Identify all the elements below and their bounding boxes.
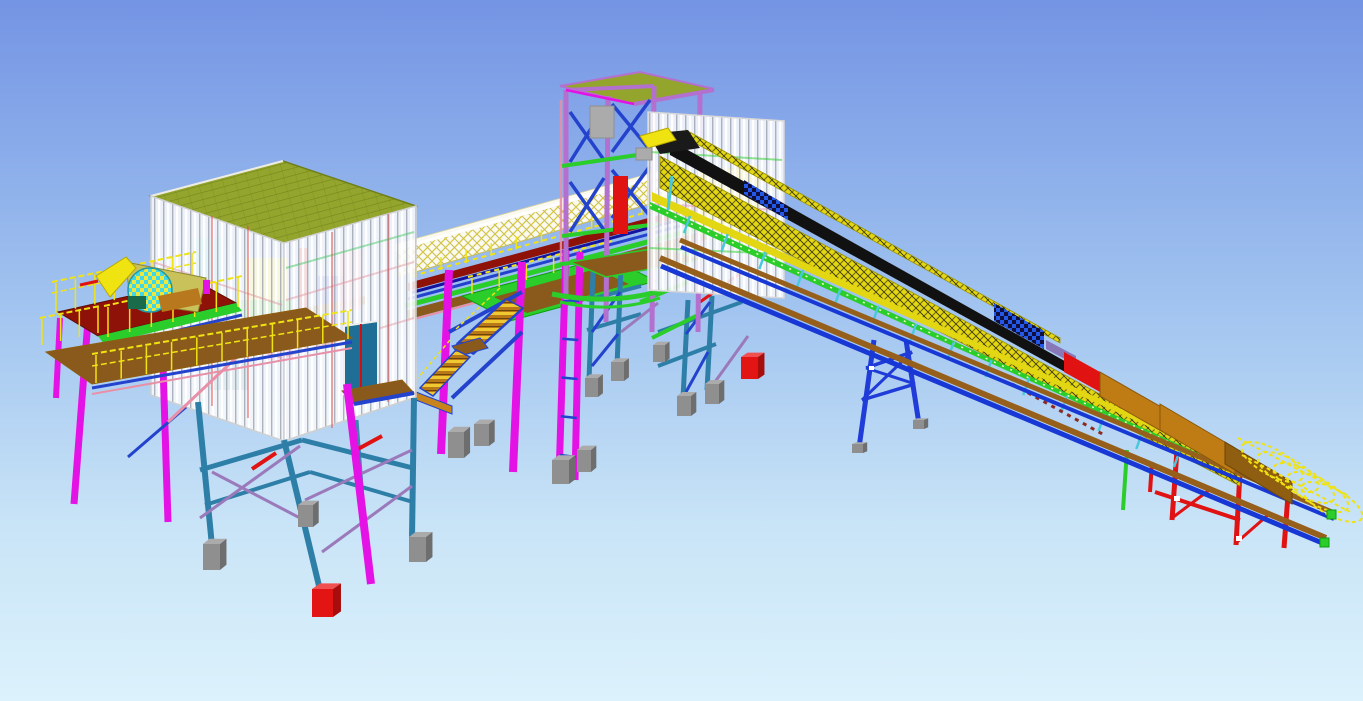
footing[interactable] xyxy=(577,450,591,472)
head-chute xyxy=(636,148,652,160)
footing-red-side[interactable] xyxy=(333,583,341,617)
footing-side[interactable] xyxy=(719,380,724,404)
footing-side[interactable] xyxy=(691,392,696,416)
drum-motor xyxy=(203,280,210,294)
footing-side[interactable] xyxy=(569,455,575,484)
footing[interactable] xyxy=(653,345,665,362)
drum-base xyxy=(128,296,146,309)
footing[interactable] xyxy=(552,460,569,484)
footing[interactable] xyxy=(705,384,719,404)
column-ladder-rung xyxy=(561,416,577,418)
gallery-column[interactable] xyxy=(575,252,580,480)
footing[interactable] xyxy=(474,424,489,446)
tail-end-cap xyxy=(1327,510,1336,519)
trestle-pad[interactable] xyxy=(913,420,924,429)
tower-equipment-gray xyxy=(590,106,614,138)
footing[interactable] xyxy=(203,544,220,570)
footing-red[interactable] xyxy=(312,589,333,617)
trestle-gusset xyxy=(869,366,874,370)
footing[interactable] xyxy=(677,396,691,416)
cad-3d-view[interactable] xyxy=(0,0,1363,701)
trestle-pad-side[interactable] xyxy=(924,418,928,429)
tail-gusset xyxy=(1236,536,1242,541)
tail-end-cap xyxy=(1320,538,1329,547)
footing[interactable] xyxy=(611,362,624,381)
footing-side[interactable] xyxy=(665,342,670,362)
footing-side[interactable] xyxy=(624,358,629,381)
footing-side[interactable] xyxy=(591,446,596,472)
footing[interactable] xyxy=(585,378,598,397)
footing-side[interactable] xyxy=(598,374,603,397)
footing[interactable] xyxy=(298,505,313,527)
footing[interactable] xyxy=(409,537,426,562)
column-ladder-rung xyxy=(562,339,578,340)
tail-gusset xyxy=(1174,496,1180,501)
tower-equipment-red xyxy=(613,176,628,234)
footing-red-side[interactable] xyxy=(758,353,764,379)
footing-side[interactable] xyxy=(313,501,319,527)
footing[interactable] xyxy=(448,432,464,458)
trestle-pad-side[interactable] xyxy=(863,442,867,453)
footing-red[interactable] xyxy=(741,357,758,379)
model-viewport[interactable]: 3D structural BIM model — crushing plant… xyxy=(0,0,1363,701)
footing-side[interactable] xyxy=(220,539,226,570)
footing-side[interactable] xyxy=(426,532,432,562)
footing-side[interactable] xyxy=(489,420,495,446)
trestle-pad[interactable] xyxy=(852,444,863,453)
footing-side[interactable] xyxy=(464,427,470,458)
column-ladder-rung xyxy=(562,378,578,380)
